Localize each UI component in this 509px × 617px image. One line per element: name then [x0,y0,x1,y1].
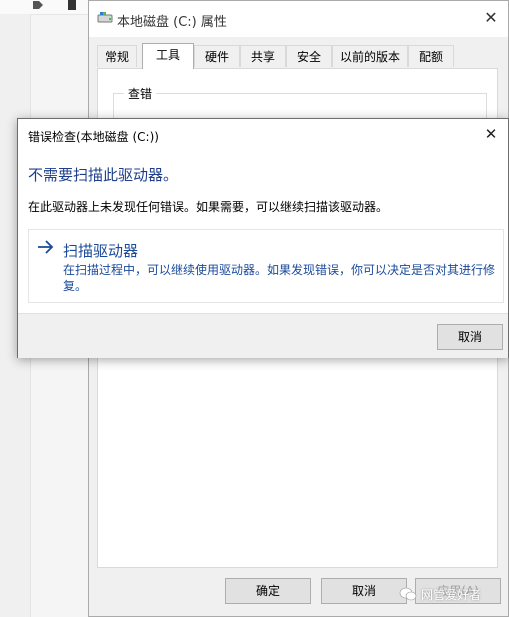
scan-drive-title: 扫描驱动器 [63,242,139,260]
tab-quota[interactable]: 配额 [408,45,454,67]
group-label: 查错 [124,85,157,102]
arrow-right-icon [38,240,54,254]
scan-drive-command-link[interactable]: 扫描驱动器 在扫描过程中，可以继续使用驱动器。如果发现错误，你可以决定是否对其进… [28,229,504,303]
drive-icon [97,12,113,23]
tag-icon [33,1,43,9]
dialog-heading: 不需要扫描此驱动器。 [28,166,179,184]
clipboard-icon [68,0,76,10]
dialog-footer: 取消 [18,313,508,358]
tab-previous-versions[interactable]: 以前的版本 [332,45,408,67]
tab-hardware[interactable]: 硬件 [194,45,240,67]
properties-titlebar: 本地磁盘 (C:) 属性 ✕ [89,1,508,37]
scan-drive-description: 在扫描过程中，可以继续使用驱动器。如果发现错误，你可以决定是否对其进行修复。 [63,263,496,293]
close-icon[interactable]: ✕ [480,124,502,144]
watermark-text: 网管爱好者 [421,588,482,602]
close-icon[interactable]: ✕ [480,7,502,29]
dialog-message: 在此驱动器上未发现任何错误。如果需要，可以继续扫描该驱动器。 [28,200,389,214]
cancel-button[interactable]: 取消 [321,578,407,604]
dialog-title: 错误检查(本地磁盘 (C:)) [28,130,159,144]
tab-sharing[interactable]: 共享 [240,45,286,67]
dialog-cancel-button[interactable]: 取消 [437,324,503,350]
tab-tools[interactable]: 工具 [142,43,194,69]
wechat-logo-icon [399,587,417,601]
properties-title: 本地磁盘 (C:) 属性 [117,15,227,30]
error-checking-dialog: 错误检查(本地磁盘 (C:)) ✕ 不需要扫描此驱动器。 在此驱动器上未发现任何… [17,118,509,358]
tab-general[interactable]: 常规 [97,45,137,67]
tab-security[interactable]: 安全 [286,45,332,67]
watermark: 网管爱好者 [399,584,495,604]
ok-button[interactable]: 确定 [225,578,311,604]
